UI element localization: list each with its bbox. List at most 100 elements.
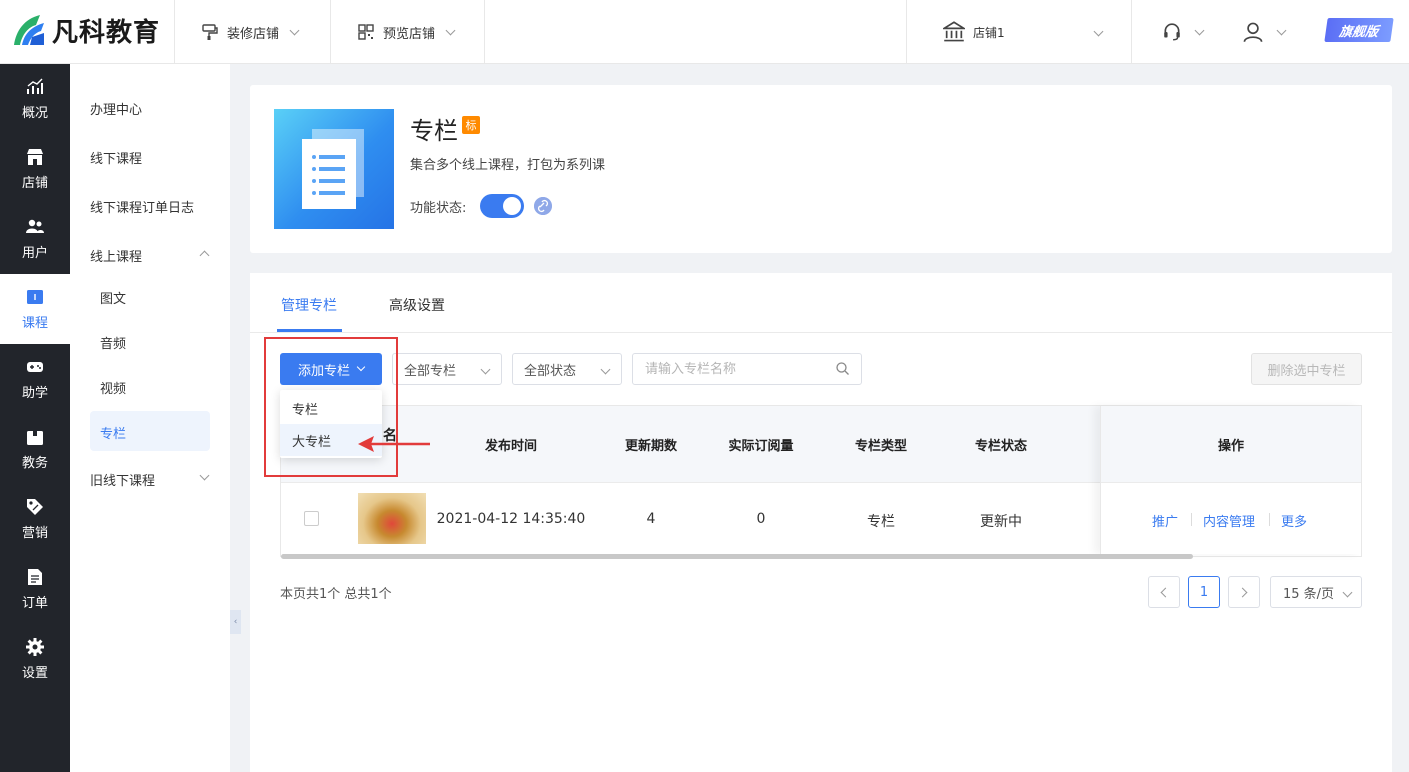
bank-icon: [943, 21, 965, 42]
sub-item-legacy-offline[interactable]: 旧线下课程: [90, 470, 155, 489]
briefcase-icon: [27, 430, 43, 445]
brand-name: 凡科教育: [52, 17, 161, 48]
row-column-type: 专栏: [867, 514, 895, 530]
tag-icon: [27, 498, 43, 515]
chevron-down-icon[interactable]: [199, 470, 210, 481]
preview-store-menu[interactable]: 预览店铺: [330, 0, 485, 64]
page-number: 1: [1199, 584, 1209, 600]
document-stack-icon: [302, 129, 364, 209]
sidebar-item-store[interactable]: 店铺: [0, 134, 70, 204]
sub-item-audio[interactable]: 音频: [100, 333, 126, 352]
row-column-status: 更新中: [980, 514, 1022, 530]
sub-item-offline-order-log[interactable]: 线下课程订单日志: [90, 197, 194, 216]
primary-sidebar: 概况 店铺 用户 课程 助学 教务 营销 订单 设置: [0, 64, 70, 772]
column-status-select[interactable]: 全部状态: [512, 353, 622, 385]
more-link[interactable]: 更多: [1281, 511, 1307, 530]
add-column-button[interactable]: 添加专栏: [280, 353, 382, 385]
sub-item-service-center[interactable]: 办理中心: [90, 99, 142, 118]
chevron-up-icon[interactable]: [199, 250, 210, 261]
add-column-dropdown: 专栏 大专栏: [280, 390, 382, 458]
secondary-sidebar: 办理中心 线下课程 线下课程订单日志 线上课程 图文 音频 视频 专栏 旧线下课…: [70, 64, 230, 772]
tab-bar: 管理专栏 高级设置: [250, 273, 1392, 333]
document-icon: [28, 568, 42, 585]
dropdown-item-big-column[interactable]: 大专栏: [280, 424, 382, 456]
gear-icon: [26, 637, 44, 656]
headset-icon: [1164, 23, 1180, 41]
add-column-label: 添加专栏: [297, 363, 350, 379]
link-icon[interactable]: [534, 197, 552, 215]
tab-active-indicator: [277, 329, 342, 332]
sidebar-item-orders[interactable]: 订单: [0, 554, 70, 624]
account-menu[interactable]: [1222, 0, 1312, 64]
prev-page-button[interactable]: [1148, 576, 1180, 608]
chevron-right-icon: [1237, 587, 1248, 597]
search-icon[interactable]: [836, 362, 849, 375]
sidebar-item-course[interactable]: 课程: [0, 274, 70, 344]
next-page-button[interactable]: [1228, 576, 1260, 608]
chevron-down-icon: [480, 364, 491, 375]
chevron-left-icon: [1160, 587, 1171, 597]
header-column-type: 专栏类型: [854, 439, 908, 454]
row-checkbox[interactable]: [304, 511, 319, 526]
chevron-down-icon: [600, 364, 611, 375]
sidebar-item-label: 课程: [21, 315, 48, 331]
sidebar-item-overview[interactable]: 概况: [0, 64, 70, 134]
sidebar-item-academic[interactable]: 教务: [0, 414, 70, 484]
top-header: 凡科教育 装修店铺 预览店铺 店铺1 旗舰版: [0, 0, 1409, 64]
actions-column: 操作 推广 内容管理 更多: [1100, 406, 1361, 554]
gamepad-icon: [27, 361, 43, 372]
sidebar-item-label: 用户: [21, 245, 48, 261]
chevron-down-icon: [1342, 587, 1353, 598]
brand-logo[interactable]: 凡科教育: [10, 10, 160, 50]
feature-thumbnail: [274, 109, 394, 229]
sidebar-item-settings[interactable]: 设置: [0, 624, 70, 694]
sub-item-article[interactable]: 图文: [100, 288, 126, 307]
sidebar-collapse-handle[interactable]: ‹: [230, 610, 241, 634]
sidebar-item-label: 订单: [21, 595, 48, 611]
edition-badge[interactable]: 旗舰版: [1324, 18, 1394, 42]
column-table: 发布时间 更新期数 实际订阅量 专栏类型 专栏状态 2021-04-12 14:…: [280, 405, 1362, 559]
column-search-input[interactable]: [632, 353, 862, 385]
toggle-knob: [503, 197, 521, 215]
store-icon: [27, 148, 43, 165]
page-summary: 本页共1个 总共1个: [280, 587, 392, 602]
sub-item-video[interactable]: 视频: [100, 378, 126, 397]
header-publish-time: 发布时间: [484, 439, 538, 454]
sub-item-online-course[interactable]: 线上课程: [90, 246, 142, 265]
dropdown-item-column[interactable]: 专栏: [280, 392, 382, 424]
feature-status-toggle[interactable]: [480, 194, 524, 218]
book-icon: [27, 289, 43, 304]
page-size-select[interactable]: 15 条/页: [1270, 576, 1362, 608]
sidebar-item-label: 教务: [21, 455, 48, 471]
column-type-value: 全部专栏: [404, 363, 457, 379]
page-number-button[interactable]: 1: [1188, 576, 1220, 608]
row-publish-time: 2021-04-12 14:35:40: [436, 511, 586, 527]
dropdown-item-label: 大专栏: [292, 434, 332, 450]
chevron-down-icon: [1194, 25, 1205, 35]
standard-badge: 标: [462, 116, 480, 134]
action-divider: [1269, 513, 1270, 526]
preview-store-label: 预览店铺: [383, 26, 436, 42]
table-horizontal-scrollbar[interactable]: [281, 554, 1193, 559]
feature-info-card: 专栏 标 集合多个线上课程，打包为系列课 功能状态:: [250, 85, 1392, 253]
chevron-down-icon: [356, 362, 366, 372]
sidebar-item-label: 助学: [21, 385, 48, 401]
sub-item-column[interactable]: 专栏: [100, 423, 126, 442]
column-type-select[interactable]: 全部专栏: [392, 353, 502, 385]
header-actions: 操作: [1217, 439, 1245, 454]
sidebar-item-marketing[interactable]: 营销: [0, 484, 70, 554]
tab-advanced-settings[interactable]: 高级设置: [389, 295, 445, 315]
sub-item-offline-course[interactable]: 线下课程: [90, 148, 142, 167]
store-name: 店铺1: [973, 25, 1005, 40]
decorate-store-menu[interactable]: 装修店铺: [174, 0, 330, 64]
support-menu[interactable]: [1132, 0, 1222, 64]
content-management-link[interactable]: 内容管理: [1203, 511, 1255, 530]
tab-manage-column[interactable]: 管理专栏: [281, 295, 337, 315]
sidebar-item-study[interactable]: 助学: [0, 344, 70, 414]
promote-link[interactable]: 推广: [1152, 511, 1178, 530]
sidebar-item-users[interactable]: 用户: [0, 204, 70, 274]
column-cover-image[interactable]: [358, 493, 426, 544]
delete-selected-button[interactable]: 删除选中专栏: [1251, 353, 1362, 385]
store-switcher[interactable]: 店铺1: [906, 0, 1132, 64]
users-icon: [26, 219, 44, 233]
